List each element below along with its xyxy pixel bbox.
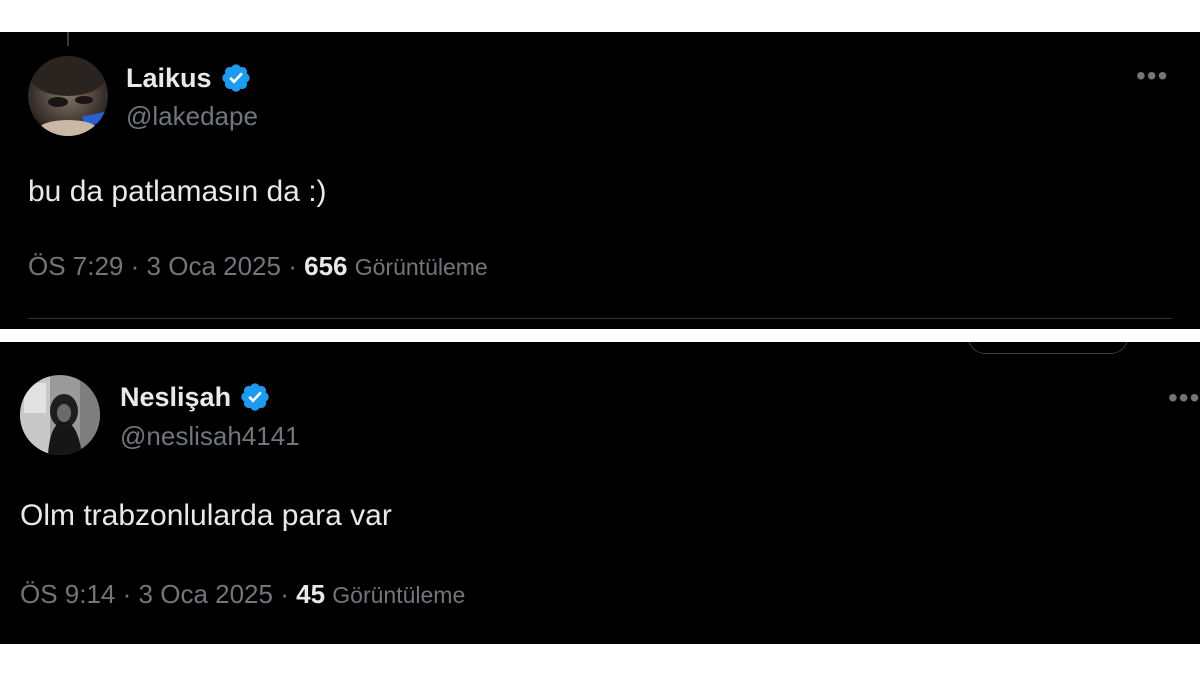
more-horizontal-icon[interactable]: •••	[1168, 384, 1200, 412]
meta-separator: ·	[288, 251, 297, 281]
tweet-time[interactable]: ÖS 7:29	[28, 251, 123, 281]
meta-separator: ·	[122, 579, 132, 609]
tweet-time[interactable]: ÖS 9:14	[20, 579, 115, 609]
tweet-text: Olm trabzonlularda para var	[20, 499, 392, 532]
author-name-row[interactable]: Laikus	[126, 61, 252, 95]
tweet-meta: ÖS 9:14 · 3 Oca 2025 · 45 Görüntüleme	[20, 578, 465, 611]
views-label: Görüntüleme	[354, 254, 488, 280]
more-horizontal-icon[interactable]: •••	[1136, 62, 1168, 90]
tweet-date[interactable]: 3 Oca 2025	[147, 251, 281, 281]
floating-pill-edge	[968, 342, 1128, 354]
thread-connector-line	[67, 32, 69, 46]
meta-separator: ·	[130, 251, 140, 281]
avatar[interactable]	[20, 375, 100, 455]
tweet-meta: ÖS 7:29 · 3 Oca 2025 · 656 Görüntüleme	[28, 250, 488, 283]
verified-badge-icon	[241, 383, 269, 411]
author-handle[interactable]: @lakedape	[126, 100, 258, 132]
display-name[interactable]: Laikus	[126, 61, 212, 95]
author-name-row[interactable]: Neslişah	[120, 380, 271, 414]
tweet-date[interactable]: 3 Oca 2025	[139, 579, 273, 609]
tweet-text: bu da patlamasın da :)	[28, 175, 327, 208]
views-label: Görüntüleme	[332, 582, 466, 608]
tweet-card-laikus: Laikus @lakedape ••• bu da patlamasın da…	[0, 32, 1200, 329]
verified-badge-icon	[221, 64, 250, 92]
author-handle[interactable]: @neslisah4141	[120, 420, 300, 452]
screenshot-canvas: Laikus @lakedape ••• bu da patlamasın da…	[0, 0, 1200, 675]
meta-separator: ·	[280, 579, 289, 609]
avatar[interactable]	[28, 56, 108, 136]
divider	[28, 318, 1172, 319]
tweet-card-neslisah: Neslişah @neslisah4141 ••• Olm trabzonlu…	[0, 342, 1200, 644]
views-count[interactable]: 45	[296, 579, 325, 609]
views-count[interactable]: 656	[304, 251, 347, 281]
display-name[interactable]: Neslişah	[120, 380, 231, 414]
